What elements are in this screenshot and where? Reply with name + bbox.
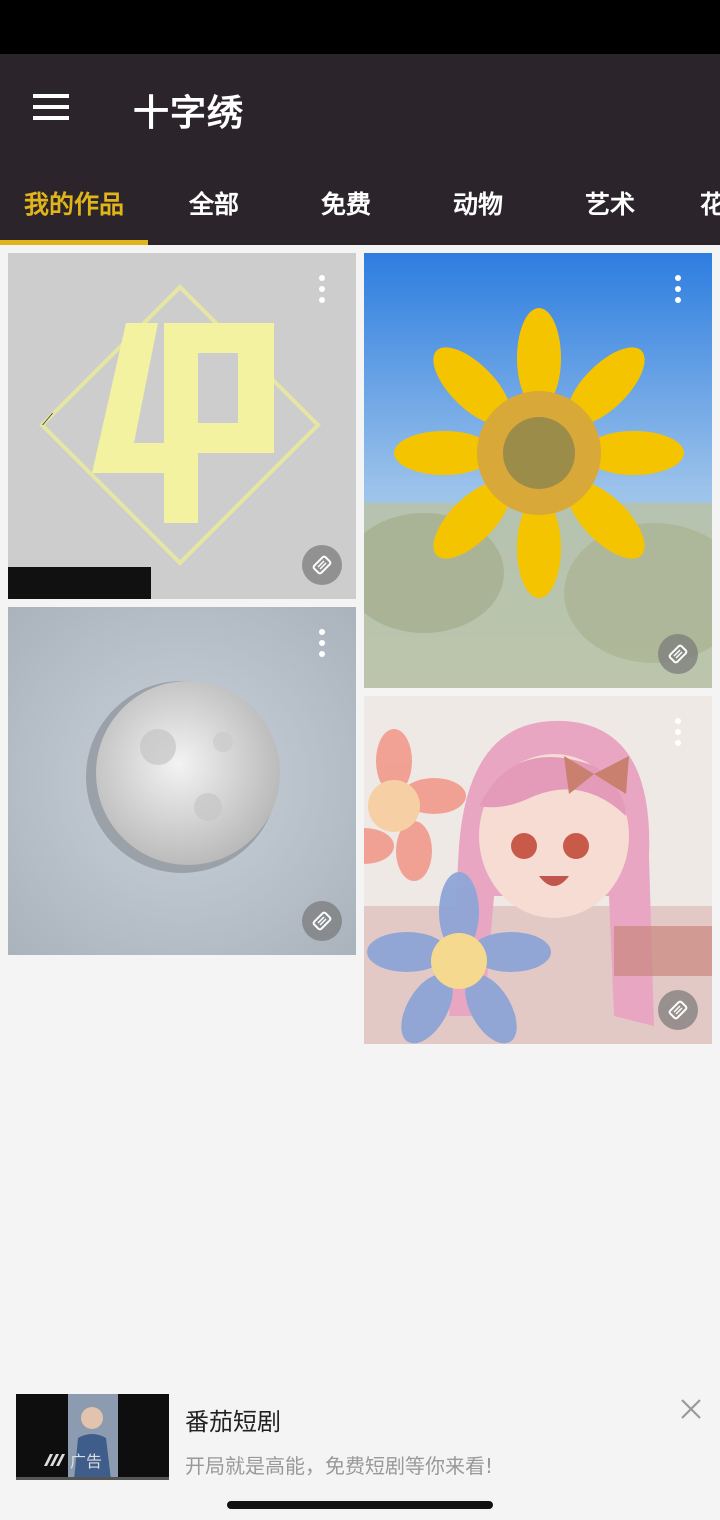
ad-close-button[interactable] [676, 1394, 706, 1424]
thread-spool-icon[interactable] [302, 545, 342, 585]
close-icon [681, 1399, 701, 1419]
tab-free[interactable]: 免费 [292, 161, 400, 245]
artwork-card[interactable]: ⟋ [8, 253, 356, 599]
tab-animals[interactable]: 动物 [424, 161, 532, 245]
menu-button[interactable] [22, 82, 80, 132]
thread-spool-icon[interactable] [302, 901, 342, 941]
artwork-anime-girl-image [364, 696, 712, 1044]
tab-flowers[interactable]: 花 [700, 161, 720, 245]
artwork-4p-image: ⟋ [8, 253, 356, 599]
artwork-card[interactable] [8, 607, 356, 955]
thread-spool-icon[interactable] [658, 634, 698, 674]
tab-all[interactable]: 全部 [160, 161, 268, 245]
more-options-button[interactable] [666, 267, 690, 311]
tab-art[interactable]: 艺术 [556, 161, 664, 245]
more-options-button[interactable] [310, 621, 334, 665]
ad-badge-text: 广告 [70, 1452, 103, 1471]
artwork-card[interactable] [364, 253, 712, 688]
app-title: 十字绣 [133, 93, 245, 134]
category-tabs: 我的作品 全部 免费 动物 艺术 花 [0, 161, 720, 245]
ad-network-logo-icon [44, 1454, 65, 1466]
thread-spool-icon[interactable] [658, 990, 698, 1030]
ad-banner[interactable]: 广告 番茄短剧 开局就是高能，免费短剧等你来看! [0, 1386, 720, 1490]
tab-my-works[interactable]: 我的作品 [0, 161, 148, 245]
app-bar: 十字绣 [0, 54, 720, 161]
hamburger-menu-icon [33, 94, 69, 120]
artwork-moon-image [8, 607, 356, 955]
ad-label: 广告 [44, 1448, 102, 1472]
status-bar [0, 0, 720, 54]
more-options-button[interactable] [310, 267, 334, 311]
ad-title[interactable]: 番茄短剧 [185, 1402, 281, 1437]
svg-text:⟋: ⟋ [42, 410, 54, 429]
ad-subtitle: 开局就是高能，免费短剧等你来看! [185, 1454, 494, 1478]
artwork-sunflower-image [364, 253, 712, 688]
home-indicator[interactable] [227, 1501, 493, 1509]
active-tab-indicator [0, 240, 148, 245]
artwork-card[interactable] [364, 696, 712, 1044]
ad-thumbnail[interactable]: 广告 [16, 1394, 169, 1480]
more-options-button[interactable] [666, 710, 690, 754]
